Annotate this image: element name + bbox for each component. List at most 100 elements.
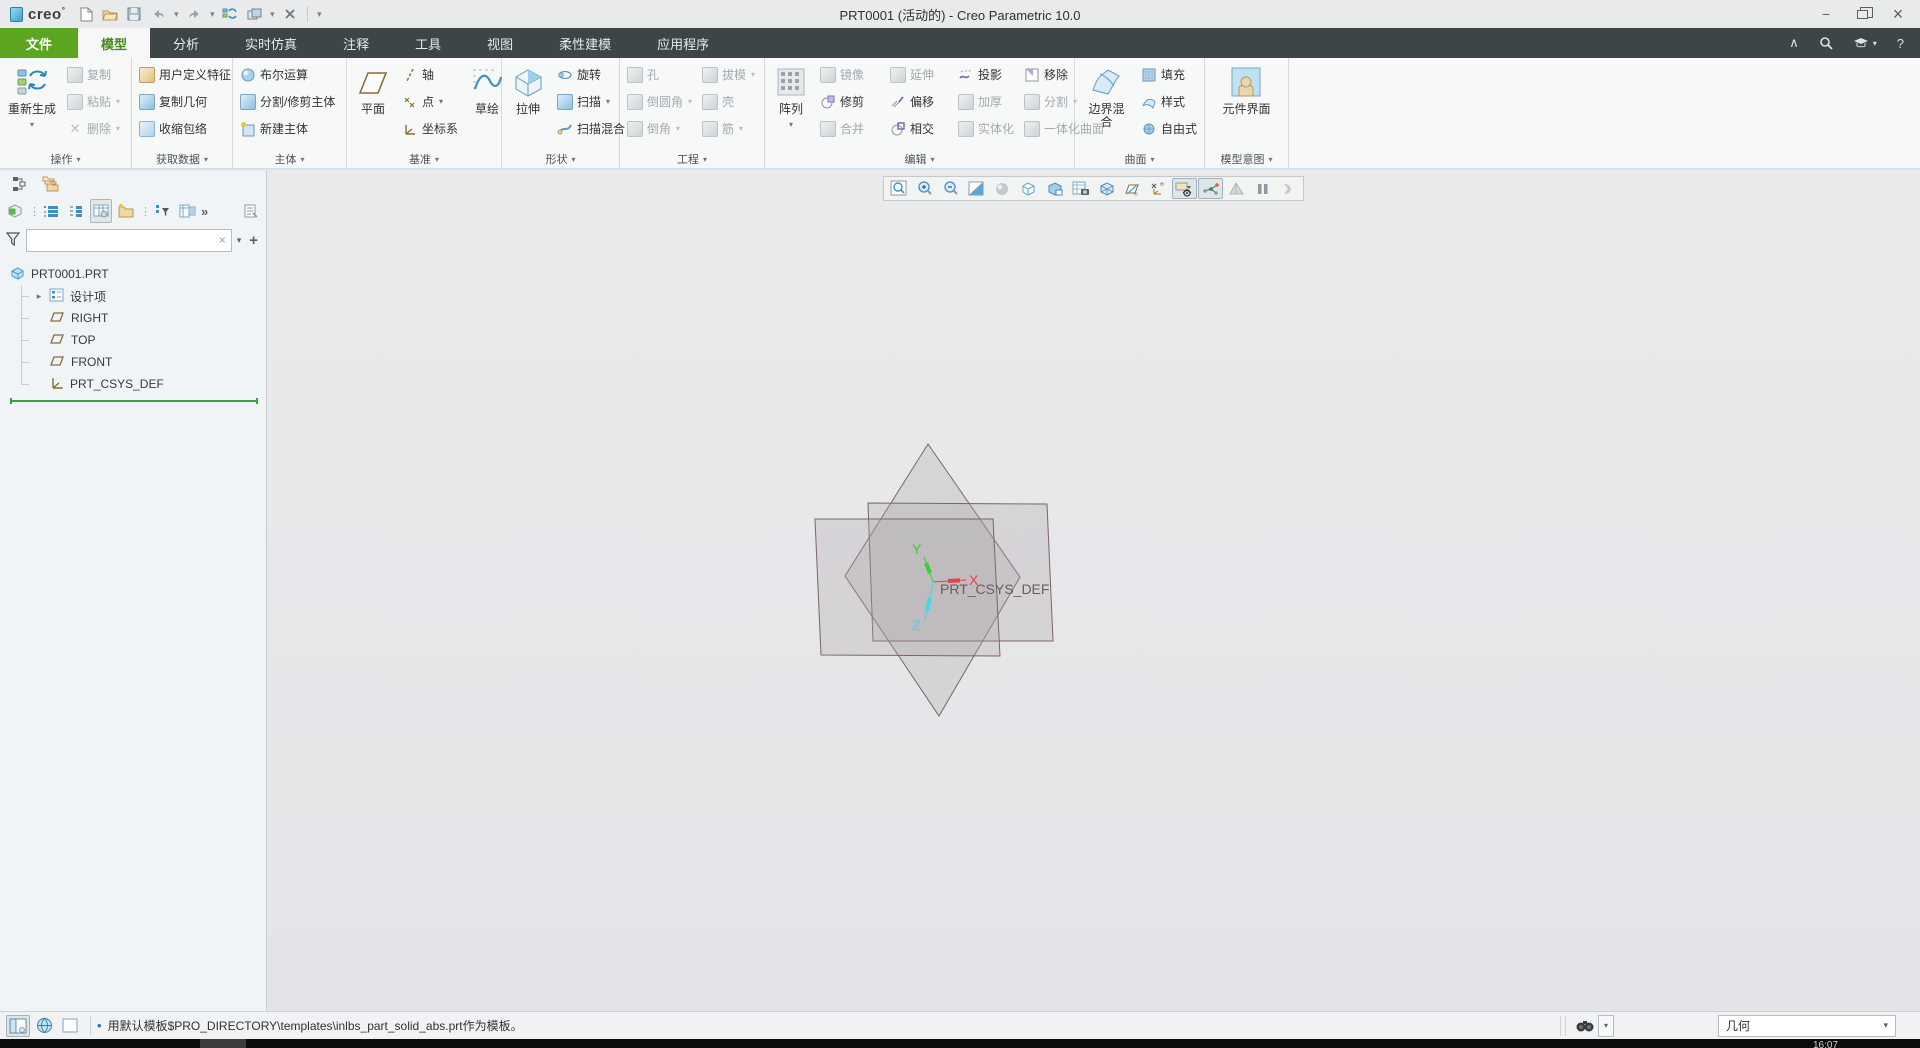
extrude-button[interactable]: 拉伸 (505, 61, 551, 116)
group-label-get-data[interactable]: 获取数据▾ (132, 150, 232, 168)
freestyle-button[interactable]: 自由式 (1137, 115, 1201, 142)
tab-applications[interactable]: 应用程序 (634, 28, 732, 58)
new-body-button[interactable]: 新建主体 (236, 115, 339, 142)
view-manager-icon[interactable] (1068, 178, 1093, 199)
find-dropdown[interactable]: ▾ (1598, 1015, 1614, 1037)
copy-geometry-button[interactable]: 复制几何 (135, 88, 235, 115)
clear-search-icon[interactable]: × (219, 233, 226, 247)
tab-model[interactable]: 模型 (78, 28, 150, 58)
copy-button[interactable]: 复制 (63, 61, 124, 88)
tree-toolbar-overflow[interactable]: » (201, 204, 208, 219)
minimize-button[interactable]: − (1808, 1, 1844, 27)
udf-button[interactable]: 用户定义特征 (135, 61, 235, 88)
group-label-editing[interactable]: 编辑▾ (765, 150, 1074, 168)
project-button[interactable]: 投影 (954, 61, 1020, 88)
shell-button[interactable]: 壳 (698, 88, 759, 115)
regenerate-qat-button[interactable] (219, 3, 241, 25)
add-filter-button[interactable]: + (246, 232, 261, 249)
boundary-blend-button[interactable]: 边界混合 (1078, 61, 1135, 129)
revolve-button[interactable]: 旋转 (553, 61, 629, 88)
perspective-icon[interactable] (1224, 178, 1249, 199)
redo-dropdown[interactable]: ▾ (207, 3, 217, 25)
expand-all-icon[interactable] (40, 199, 62, 223)
tree-node-front[interactable]: FRONT (21, 351, 266, 373)
tree-node-csys[interactable]: PRT_CSYS_DEF (21, 373, 266, 395)
group-label-datum[interactable]: 基准▾ (347, 150, 501, 168)
swept-blend-button[interactable]: 扫描混合 (553, 115, 629, 142)
close-window-button[interactable] (279, 3, 301, 25)
regenerate-button[interactable]: 重新生成 ▾ (3, 61, 61, 131)
merge-button[interactable]: 合并 (816, 115, 886, 142)
clip-icon[interactable] (1276, 178, 1301, 199)
tab-flexible-modeling[interactable]: 柔性建模 (536, 28, 634, 58)
graphics-viewport[interactable]: X Y Z PRT_CSYS_DEF (268, 171, 1920, 1011)
tab-tools[interactable]: 工具 (392, 28, 464, 58)
redo-button[interactable] (183, 3, 205, 25)
undo-button[interactable] (147, 3, 169, 25)
pattern-button[interactable]: 阵列 ▾ (768, 61, 814, 131)
collapse-all-icon[interactable] (65, 199, 87, 223)
sweep-button[interactable]: 扫描▾ (553, 88, 629, 115)
zoom-out-icon[interactable] (938, 178, 963, 199)
trim-button[interactable]: 修剪 (816, 88, 886, 115)
solidify-button[interactable]: 实体化 (954, 115, 1020, 142)
help-button[interactable]: ? (1897, 36, 1904, 51)
display-style-icon[interactable] (1094, 178, 1119, 199)
navigator-toggle-icon[interactable] (6, 1015, 30, 1037)
group-label-bodies[interactable]: 主体▾ (233, 150, 346, 168)
shading-icon[interactable] (990, 178, 1015, 199)
tab-view[interactable]: 视图 (464, 28, 536, 58)
intersect-button[interactable]: 相交 (886, 115, 954, 142)
new-file-button[interactable] (75, 3, 97, 25)
expander-icon[interactable]: ▸ (35, 291, 43, 302)
tree-column-settings-icon[interactable] (176, 199, 198, 223)
group-label-operations[interactable]: 操作▾ (0, 150, 131, 168)
group-label-shapes[interactable]: 形状▾ (502, 150, 619, 168)
spin-center-icon[interactable] (1198, 178, 1223, 199)
folder-browser-tab-icon[interactable] (40, 173, 62, 195)
tab-analysis[interactable]: 分析 (150, 28, 222, 58)
tree-filter-icon[interactable] (151, 199, 173, 223)
delete-button[interactable]: ✕删除▾ (63, 115, 124, 142)
datum-point-button[interactable]: 点▾ (398, 88, 462, 115)
show-annotations-toggle-icon[interactable] (1172, 178, 1197, 199)
rib-button[interactable]: 筋▾ (698, 115, 759, 142)
close-button[interactable]: × (1880, 1, 1916, 27)
datum-axis-button[interactable]: 轴 (398, 61, 462, 88)
command-search-icon[interactable] (1819, 36, 1833, 50)
windows-button[interactable] (243, 3, 265, 25)
split-trim-body-button[interactable]: 分割/修剪主体 (236, 88, 339, 115)
full-screen-icon[interactable] (58, 1015, 82, 1037)
model-tree-tab-icon[interactable] (8, 173, 30, 195)
component-interface-button[interactable]: 元件界面 (1217, 61, 1275, 116)
annotation-display-icon[interactable] (1146, 178, 1171, 199)
tab-annotate[interactable]: 注释 (320, 28, 392, 58)
learning-center-button[interactable]: ▾ (1853, 37, 1877, 49)
save-button[interactable] (123, 3, 145, 25)
tree-node-design-items[interactable]: ▸ 设计项 (21, 285, 266, 307)
fill-button[interactable]: 填充 (1137, 61, 1201, 88)
tree-columns-toggle-icon[interactable] (90, 199, 112, 223)
style-button[interactable]: 样式 (1137, 88, 1201, 115)
collapse-ribbon-button[interactable]: ∧ (1789, 35, 1799, 51)
chamfer-button[interactable]: 倒角▾ (623, 115, 696, 142)
zoom-in-icon[interactable] (912, 178, 937, 199)
shrinkwrap-button[interactable]: 收缩包络 (135, 115, 235, 142)
default-datum-planes[interactable]: X Y Z PRT_CSYS_DEF (790, 420, 1170, 740)
selection-filter-combobox[interactable]: 几何 ▾ (1718, 1015, 1896, 1037)
restore-button[interactable] (1844, 1, 1880, 27)
tree-insert-locator[interactable] (10, 400, 258, 402)
pause-icon[interactable] (1250, 178, 1275, 199)
undo-dropdown[interactable]: ▾ (171, 3, 181, 25)
group-label-engineering[interactable]: 工程▾ (620, 150, 764, 168)
datum-plane-button[interactable]: 平面 (350, 61, 396, 116)
tree-node-top[interactable]: TOP (21, 329, 266, 351)
tree-search-input[interactable]: × (26, 229, 232, 252)
find-button[interactable] (1574, 1017, 1596, 1035)
paste-button[interactable]: 粘贴▾ (63, 88, 124, 115)
round-button[interactable]: 倒圆角▾ (623, 88, 696, 115)
saved-orientations-icon[interactable] (1042, 178, 1067, 199)
datum-display-filters-icon[interactable] (1120, 178, 1145, 199)
web-browser-icon[interactable] (32, 1015, 56, 1037)
tree-settings-icon[interactable] (240, 199, 262, 223)
